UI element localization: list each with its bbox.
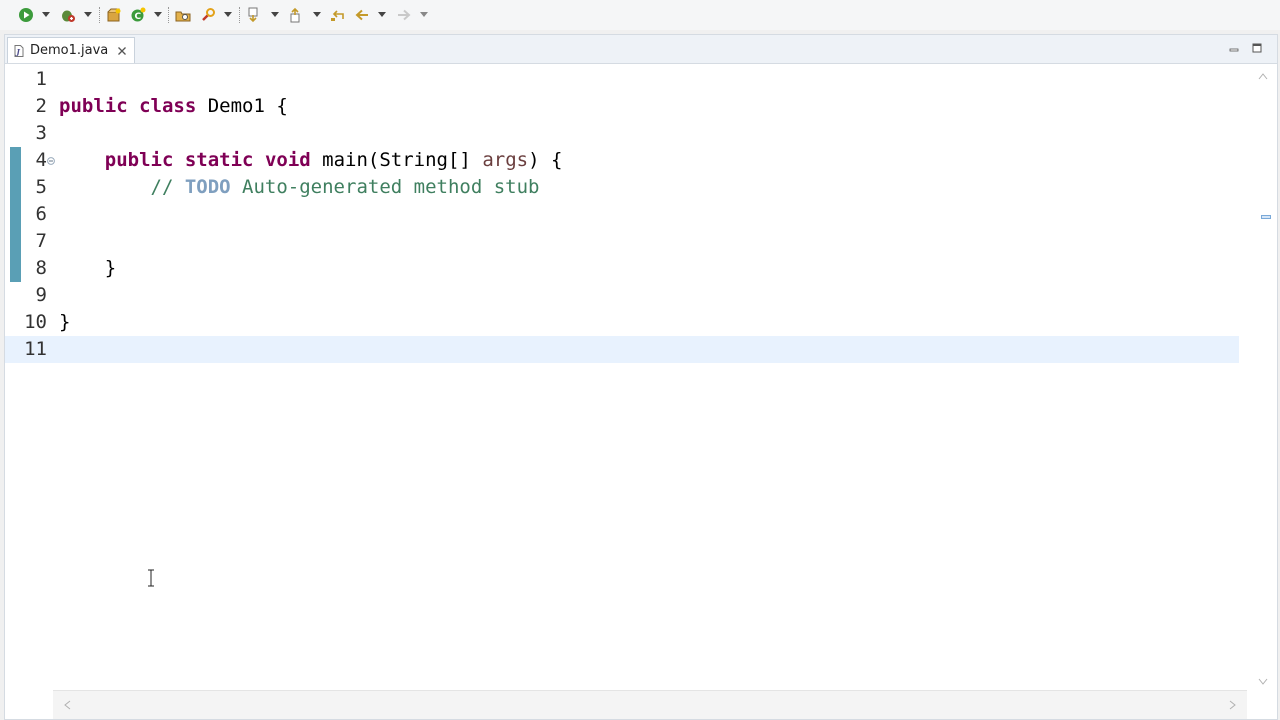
- toolbar-separator: [168, 7, 170, 23]
- code-text: }: [59, 309, 70, 336]
- new-java-class-icon[interactable]: C: [130, 7, 146, 23]
- last-edit-location-icon[interactable]: [330, 7, 346, 23]
- scroll-right-icon[interactable]: [1229, 700, 1237, 710]
- line-number: 2: [35, 95, 47, 117]
- code-token: //: [150, 176, 185, 198]
- code-token: TODO: [184, 176, 231, 198]
- code-token: static: [184, 149, 254, 171]
- code-text: public class Demo1 {: [59, 93, 288, 120]
- collapse-icon[interactable]: [47, 157, 55, 165]
- editor-tab-bar: J Demo1.java: [5, 35, 1277, 64]
- close-icon[interactable]: [116, 45, 128, 57]
- code-token: args: [482, 149, 529, 171]
- code-token: void: [264, 149, 311, 171]
- java-file-icon: J: [14, 44, 24, 57]
- forward-dropdown-icon[interactable]: [420, 12, 428, 17]
- forward-icon[interactable]: [396, 7, 412, 23]
- search-icon[interactable]: [200, 7, 216, 23]
- maximize-icon[interactable]: [1252, 43, 1262, 53]
- code-line[interactable]: 1: [5, 66, 1239, 93]
- debug-icon[interactable]: [60, 7, 76, 23]
- line-number: 6: [35, 203, 47, 225]
- code-line[interactable]: 11: [5, 336, 1239, 363]
- minimize-icon[interactable]: [1229, 43, 1239, 53]
- new-class-dropdown-icon[interactable]: [154, 12, 162, 17]
- line-number: 10: [24, 311, 47, 333]
- code-token: }: [59, 257, 117, 279]
- scroll-down-icon[interactable]: [1258, 678, 1268, 686]
- svg-text:C: C: [135, 12, 142, 22]
- code-token: Auto-generated method stub: [230, 176, 540, 198]
- line-number: 5: [35, 176, 47, 198]
- line-number: 1: [35, 68, 47, 90]
- code-token: main(String[]: [310, 149, 483, 171]
- code-text: }: [59, 255, 116, 282]
- editor-tab-label: Demo1.java: [30, 43, 109, 58]
- run-icon[interactable]: [18, 7, 34, 23]
- line-number: 4: [35, 149, 47, 171]
- overview-ruler-marker[interactable]: [1261, 215, 1271, 219]
- back-icon[interactable]: [354, 7, 370, 23]
- code-line[interactable]: 5 // TODO Auto-generated method stub: [5, 174, 1239, 201]
- toolbar-separator: [99, 7, 101, 23]
- run-dropdown-icon[interactable]: [42, 12, 50, 17]
- debug-dropdown-icon[interactable]: [84, 12, 92, 17]
- search-dropdown-icon[interactable]: [224, 12, 232, 17]
- java-editor: J Demo1.java 1 2 public class Demo1 { 3 4 pu…: [4, 34, 1278, 720]
- scroll-left-icon[interactable]: [63, 700, 71, 710]
- code-line[interactable]: 8 }: [5, 255, 1239, 282]
- code-token: public: [59, 95, 128, 117]
- line-number: 3: [35, 122, 47, 144]
- line-number: 9: [35, 284, 47, 306]
- code-token: }: [59, 311, 71, 333]
- code-text: public static void main(String[] args) {: [59, 147, 563, 174]
- code-token: ) {: [528, 149, 563, 171]
- line-number: 7: [35, 230, 47, 252]
- code-line[interactable]: 7: [5, 228, 1239, 255]
- previous-annotation-dropdown-icon[interactable]: [313, 12, 321, 17]
- code-token: Demo1 {: [196, 95, 288, 117]
- code-line[interactable]: 10}: [5, 309, 1239, 336]
- code-line[interactable]: 4 public static void main(String[] args)…: [5, 147, 1239, 174]
- text-cursor-icon: [148, 569, 154, 587]
- horizontal-scrollbar[interactable]: [53, 690, 1247, 719]
- line-number: 8: [35, 257, 47, 279]
- scroll-up-icon[interactable]: [1258, 72, 1268, 80]
- editor-tab-demo1-java[interactable]: J Demo1.java: [7, 37, 135, 63]
- main-toolbar: C: [0, 0, 1280, 30]
- code-line[interactable]: 3: [5, 120, 1239, 147]
- code-token: public: [104, 149, 174, 171]
- code-line[interactable]: 2 public class Demo1 {: [5, 93, 1239, 120]
- line-number: 11: [24, 338, 47, 360]
- toolbar-separator: [239, 7, 241, 23]
- code-area[interactable]: 1 2 public class Demo1 { 3 4 public static v…: [5, 64, 1277, 704]
- new-java-package-icon[interactable]: [106, 7, 122, 23]
- previous-annotation-icon[interactable]: [288, 7, 304, 23]
- back-dropdown-icon[interactable]: [378, 12, 386, 17]
- next-annotation-dropdown-icon[interactable]: [271, 12, 279, 17]
- code-token: class: [139, 95, 197, 117]
- next-annotation-icon[interactable]: [246, 7, 262, 23]
- vertical-scrollbar[interactable]: [1247, 64, 1277, 690]
- code-line[interactable]: 9: [5, 282, 1239, 309]
- open-type-icon[interactable]: [175, 7, 191, 23]
- code-line[interactable]: 6: [5, 201, 1239, 228]
- code-text: // TODO Auto-generated method stub: [59, 174, 540, 201]
